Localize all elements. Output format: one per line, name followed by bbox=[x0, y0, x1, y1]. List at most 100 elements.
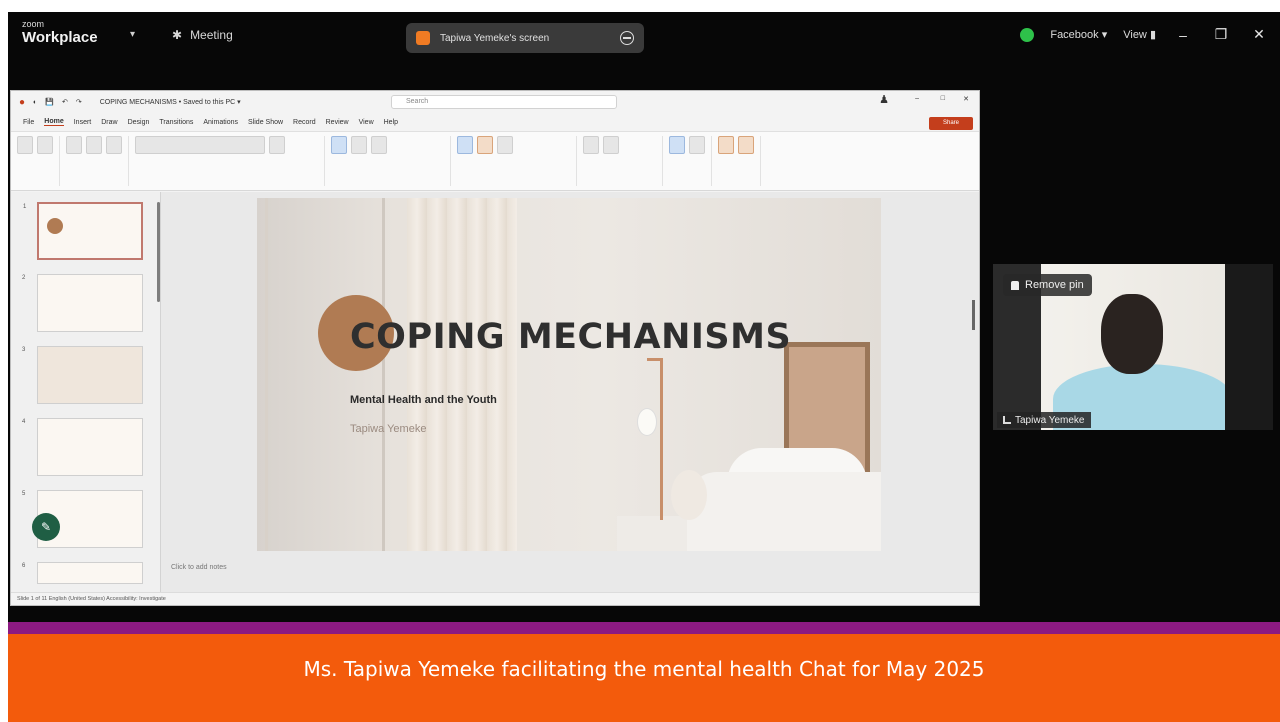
ribbon-group-editing bbox=[583, 136, 663, 186]
sensitivity-icon[interactable] bbox=[689, 136, 705, 154]
thumbnail-scrollbar[interactable] bbox=[157, 202, 160, 302]
ribbon-group-slides bbox=[66, 136, 129, 186]
align-icon[interactable] bbox=[371, 136, 387, 154]
share-label: Tapiwa Yemeke's screen bbox=[440, 32, 550, 44]
zoom-logo[interactable]: zoom Workplace bbox=[22, 20, 98, 46]
slide-thumbnails-pane: 1 2 3 4 5 ✎ 6 bbox=[11, 192, 161, 592]
encryption-shield-icon[interactable] bbox=[1020, 27, 1035, 42]
redo-icon[interactable]: ↷ bbox=[76, 98, 82, 106]
ribbon bbox=[11, 131, 979, 191]
meeting-menu[interactable]: ✱ Meeting bbox=[172, 28, 233, 42]
share-screen-icon bbox=[416, 31, 430, 45]
slide-thumbnail-2[interactable]: 2 bbox=[22, 274, 143, 332]
autosave-toggle[interactable]: ◐ bbox=[33, 99, 37, 106]
caption-accent-stripe bbox=[8, 622, 1280, 634]
save-icon[interactable]: 💾 bbox=[45, 98, 54, 106]
thumbnail-number: 2 bbox=[22, 275, 26, 281]
ppt-share-button[interactable]: Share bbox=[929, 117, 973, 130]
reuse-slides-icon[interactable] bbox=[86, 136, 102, 154]
slide-author: Tapiwa Yemeke bbox=[350, 423, 427, 435]
paste-icon[interactable] bbox=[17, 136, 33, 154]
ppt-minimize-button[interactable]: – bbox=[915, 95, 919, 102]
view-button[interactable]: View ▮ bbox=[1123, 28, 1156, 41]
pin-icon bbox=[1011, 280, 1019, 290]
facebook-live-button[interactable]: Facebook ▾ bbox=[1050, 28, 1107, 41]
ribbon-group-paragraph bbox=[331, 136, 451, 186]
thumbnail-number: 6 bbox=[22, 563, 26, 569]
minimize-share-icon[interactable] bbox=[620, 31, 634, 45]
tab-transitions[interactable]: Transitions bbox=[159, 119, 193, 126]
thumbnail-circle bbox=[47, 218, 63, 234]
dictate-microphone-icon[interactable] bbox=[669, 136, 685, 154]
slide-canvas[interactable]: COPING MECHANISMS Mental Health and the … bbox=[257, 198, 881, 551]
slide-thumbnail-4[interactable]: 4 bbox=[22, 418, 143, 476]
slide-thumbnail-5[interactable]: 5 ✎ bbox=[22, 490, 143, 548]
ppt-close-button[interactable]: ✕ bbox=[963, 95, 969, 103]
view-label: View bbox=[1123, 29, 1147, 41]
arrange-icon[interactable] bbox=[477, 136, 493, 154]
new-slide-icon[interactable] bbox=[66, 136, 82, 154]
slide-thumbnail-3[interactable]: 3 bbox=[22, 346, 143, 404]
font-size-select[interactable] bbox=[269, 136, 285, 154]
ppt-status-bar: Slide 1 of 11 English (United States) Ac… bbox=[11, 592, 979, 605]
zoom-title-bar: zoom Workplace ▾ ✱ Meeting Tapiwa Yemeke… bbox=[8, 12, 1280, 64]
shapes-icon[interactable] bbox=[457, 136, 473, 154]
ribbon-group-voice bbox=[669, 136, 712, 186]
bullets-icon[interactable] bbox=[331, 136, 347, 154]
replace-icon[interactable] bbox=[603, 136, 619, 154]
slide-photo-lamp bbox=[660, 360, 663, 520]
tab-file[interactable]: File bbox=[23, 119, 34, 126]
find-icon[interactable] bbox=[583, 136, 599, 154]
document-title[interactable]: COPING MECHANISMS • Saved to this PC ▾ bbox=[100, 98, 241, 106]
edit-pencil-icon[interactable]: ✎ bbox=[32, 513, 60, 541]
minimize-window-button[interactable]: – bbox=[1172, 27, 1194, 43]
tab-animations[interactable]: Animations bbox=[203, 119, 238, 126]
thumbnail-number: 3 bbox=[22, 347, 26, 353]
ppt-maximize-button[interactable]: □ bbox=[941, 95, 945, 102]
slide-thumbnail-1[interactable]: 1 bbox=[23, 202, 143, 260]
participant-video-tile[interactable]: Remove pin Tapiwa Yemeke bbox=[993, 264, 1273, 430]
close-window-button[interactable]: ✕ bbox=[1248, 26, 1270, 43]
slide-photo-curtain bbox=[407, 198, 517, 551]
font-name-select[interactable] bbox=[135, 136, 265, 154]
user-avatar-icon[interactable]: ♟ bbox=[879, 93, 889, 106]
slide-photo-vase bbox=[671, 470, 707, 520]
screen-share-indicator[interactable]: Tapiwa Yemeke's screen bbox=[406, 23, 644, 53]
restore-window-button[interactable]: ❐ bbox=[1210, 26, 1232, 43]
remove-pin-button[interactable]: Remove pin bbox=[1003, 274, 1092, 296]
tab-insert[interactable]: Insert bbox=[74, 119, 92, 126]
powerpoint-logo-icon: ● bbox=[19, 96, 26, 108]
layout-icon[interactable] bbox=[106, 136, 122, 154]
tab-home[interactable]: Home bbox=[44, 118, 64, 126]
undo-icon[interactable]: ↶ bbox=[62, 98, 68, 106]
ppt-workspace: 1 2 3 4 5 ✎ 6 COPING MECHANISMS Mental H… bbox=[11, 192, 979, 592]
tab-record[interactable]: Record bbox=[293, 119, 316, 126]
add-ins-icon[interactable] bbox=[718, 136, 734, 154]
tab-review[interactable]: Review bbox=[326, 119, 349, 126]
ribbon-tabs: File Home Insert Draw Design Transitions… bbox=[11, 113, 979, 131]
tab-help[interactable]: Help bbox=[384, 119, 398, 126]
tab-design[interactable]: Design bbox=[128, 119, 150, 126]
notes-pane[interactable]: Click to add notes bbox=[171, 564, 227, 571]
remove-pin-label: Remove pin bbox=[1025, 279, 1084, 291]
slide-photo-lamp-arm bbox=[647, 358, 663, 361]
slide-scrollbar[interactable] bbox=[972, 300, 975, 330]
numbering-icon[interactable] bbox=[351, 136, 367, 154]
tab-slide-show[interactable]: Slide Show bbox=[248, 119, 283, 126]
tab-draw[interactable]: Draw bbox=[101, 119, 117, 126]
tab-view[interactable]: View bbox=[359, 119, 374, 126]
slide-photo-door bbox=[265, 198, 385, 551]
zoom-window: zoom Workplace ▾ ✱ Meeting Tapiwa Yemeke… bbox=[8, 12, 1280, 622]
ppt-search-box[interactable]: Search bbox=[391, 95, 617, 109]
cut-icon[interactable] bbox=[37, 136, 53, 154]
ppt-title-bar: ● ◐ 💾 ↶ ↷ COPING MECHANISMS • Saved to t… bbox=[11, 91, 979, 113]
slide-thumbnail-6[interactable]: 6 bbox=[22, 562, 143, 584]
slide-subtitle: Mental Health and the Youth bbox=[350, 394, 497, 406]
chevron-down-icon[interactable]: ▾ bbox=[130, 29, 135, 40]
designer-icon[interactable] bbox=[738, 136, 754, 154]
caption-text: Ms. Tapiwa Yemeke facilitating the menta… bbox=[303, 657, 985, 681]
slide-photo-bulb bbox=[637, 408, 657, 436]
quick-styles-icon[interactable] bbox=[497, 136, 513, 154]
ribbon-group-clipboard bbox=[17, 136, 60, 186]
ribbon-group-addins bbox=[718, 136, 761, 186]
